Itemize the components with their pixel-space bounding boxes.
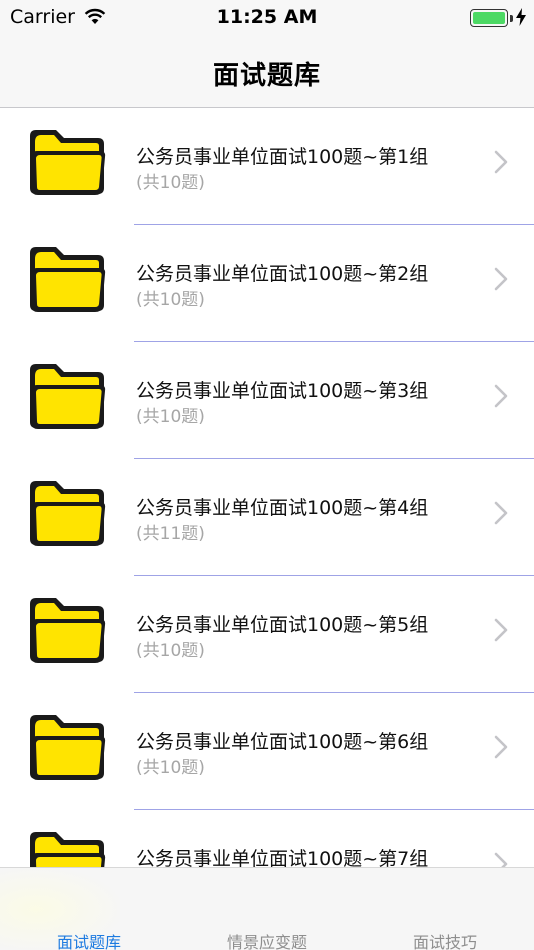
chevron-right-icon — [494, 852, 508, 868]
battery-icon — [470, 9, 508, 27]
chevron-right-icon — [494, 150, 508, 174]
list-item-title: 公务员事业单位面试100题~第6组 — [136, 731, 429, 753]
list-item-title: 公务员事业单位面试100题~第7组 — [136, 848, 429, 868]
chevron-right-icon — [494, 267, 508, 291]
navigation-bar: 面试题库 — [0, 40, 534, 108]
list-item[interactable]: 公务员事业单位面试100题~第2组 (共10题) — [0, 225, 534, 342]
list-item[interactable]: 公务员事业单位面试100题~第7组 — [0, 810, 534, 868]
status-time: 11:25 AM — [216, 6, 318, 28]
list-item[interactable]: 公务员事业单位面试100题~第3组 (共10题) — [0, 342, 534, 459]
folder-icon — [30, 715, 106, 780]
list-item-title: 公务员事业单位面试100题~第3组 — [136, 380, 429, 402]
list-item-title: 公务员事业单位面试100题~第1组 — [136, 146, 429, 168]
tab-label: 面试题库 — [56, 933, 121, 950]
list-item-subtitle: (共11题) — [136, 524, 205, 544]
chevron-right-icon — [494, 501, 508, 525]
tab-interview-tips[interactable]: 面试技巧 — [356, 868, 534, 950]
tab-label: 情景应变题 — [226, 933, 307, 950]
charging-bolt-icon — [516, 8, 526, 26]
list-item-title: 公务员事业单位面试100题~第4组 — [136, 497, 429, 519]
folder-icon — [30, 364, 106, 429]
chevron-right-icon — [494, 384, 508, 408]
folder-icon — [30, 247, 106, 312]
list-item-subtitle: (共10题) — [136, 758, 205, 778]
list-item[interactable]: 公务员事业单位面试100题~第1组 (共10题) — [0, 108, 534, 225]
folder-icon — [30, 481, 106, 546]
list-item-subtitle: (共10题) — [136, 173, 205, 193]
folder-icon — [30, 130, 106, 195]
question-group-list[interactable]: 公务员事业单位面试100题~第1组 (共10题) 公务员事业单位面试100题~第… — [0, 108, 534, 868]
page-title: 面试题库 — [212, 61, 321, 91]
battery-tip — [510, 15, 513, 22]
list-item[interactable]: 公务员事业单位面试100题~第5组 (共10题) — [0, 576, 534, 693]
status-bar: Carrier 11:25 AM — [0, 0, 534, 40]
tab-question-bank[interactable]: 面试题库 — [0, 868, 178, 950]
chevron-right-icon — [494, 735, 508, 759]
list-item-title: 公务员事业单位面试100题~第2组 — [136, 263, 429, 285]
list-item[interactable]: 公务员事业单位面试100题~第4组 (共11题) — [0, 459, 534, 576]
list-item-subtitle: (共10题) — [136, 290, 205, 310]
tab-bar: 面试题库 情景应变题 面试技巧 — [0, 867, 534, 950]
folder-icon — [30, 832, 106, 868]
list-item-title: 公务员事业单位面试100题~第5组 — [136, 614, 429, 636]
folder-icon — [30, 598, 106, 663]
chevron-right-icon — [494, 618, 508, 642]
tab-label: 面试技巧 — [412, 933, 477, 950]
list-item[interactable]: 公务员事业单位面试100题~第6组 (共10题) — [0, 693, 534, 810]
tab-situational-questions[interactable]: 情景应变题 — [178, 868, 356, 950]
list-item-subtitle: (共10题) — [136, 407, 205, 427]
list-item-subtitle: (共10题) — [136, 641, 205, 661]
